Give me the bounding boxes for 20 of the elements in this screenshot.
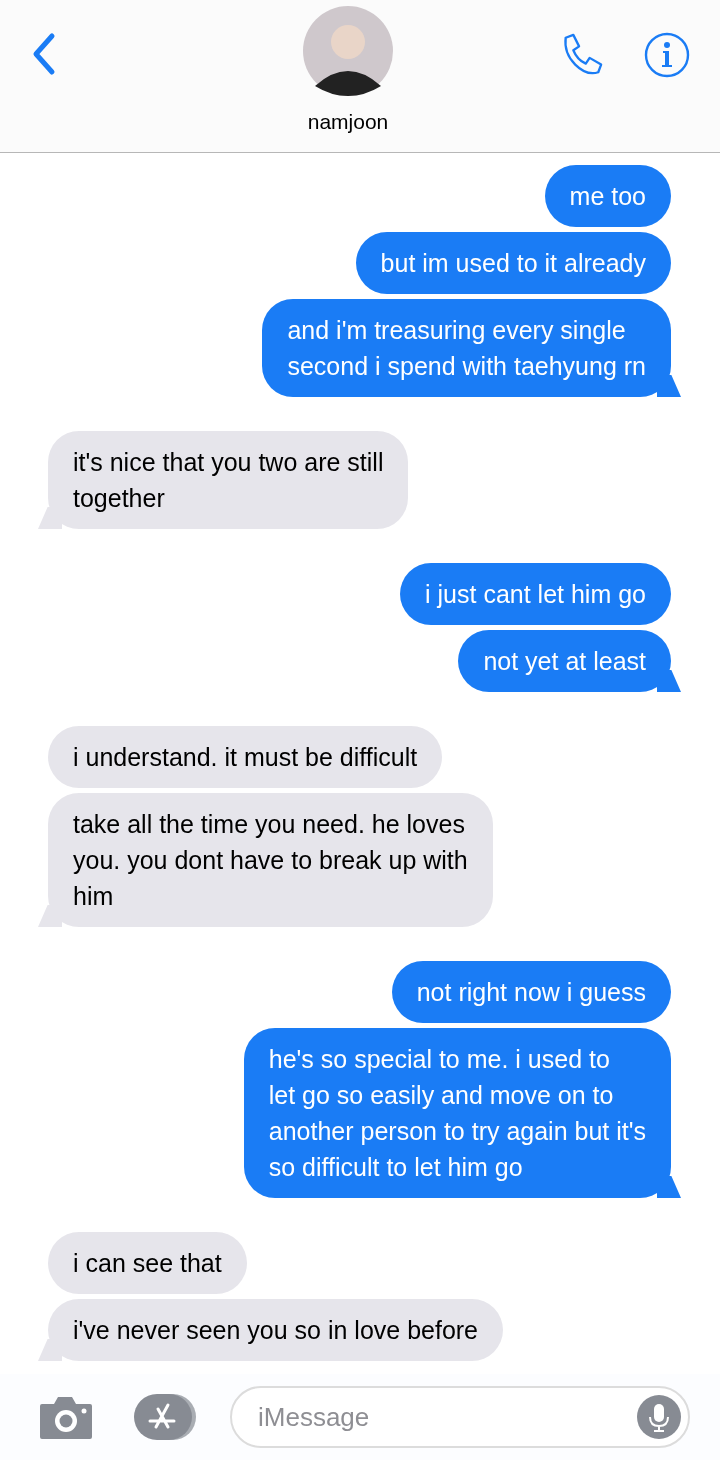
message-bubble: me too <box>544 165 671 227</box>
message-bubble: and i'm treasuring every single second i spend with taehyung rn <box>262 299 671 397</box>
avatar[interactable] <box>303 6 393 96</box>
contact-name[interactable]: namjoon <box>307 110 389 134</box>
microphone-icon[interactable] <box>637 1395 681 1439</box>
info-icon[interactable] <box>644 32 690 78</box>
message-input-field[interactable]: iMessage <box>230 1386 690 1448</box>
message-bubble: i've never seen you so in love before <box>48 1299 504 1361</box>
message-bubble: take all the time you need. he loves you. you dont have to break up with him <box>48 793 493 927</box>
message-bubble: not yet at least <box>458 630 671 692</box>
message-bubble: he's so special to me. i used to let go so easily and move on to another person to try again but it's so difficult to let him go <box>243 1028 671 1198</box>
message-bubble: but im used to it already <box>355 232 671 294</box>
message-input-field[interactable]: iMessage <box>258 1401 637 1433</box>
camera-icon[interactable] <box>38 1394 94 1440</box>
message-bubble: it's nice that you two are still together <box>48 431 409 529</box>
message-bubble: i just cant let him go <box>400 563 671 625</box>
message-bubble: i can see that <box>48 1232 247 1294</box>
app-store-icon[interactable] <box>132 1393 198 1441</box>
message-bubble: not right now i guess <box>391 961 671 1023</box>
message-bubble: i understand. it must be difficult <box>48 726 443 788</box>
